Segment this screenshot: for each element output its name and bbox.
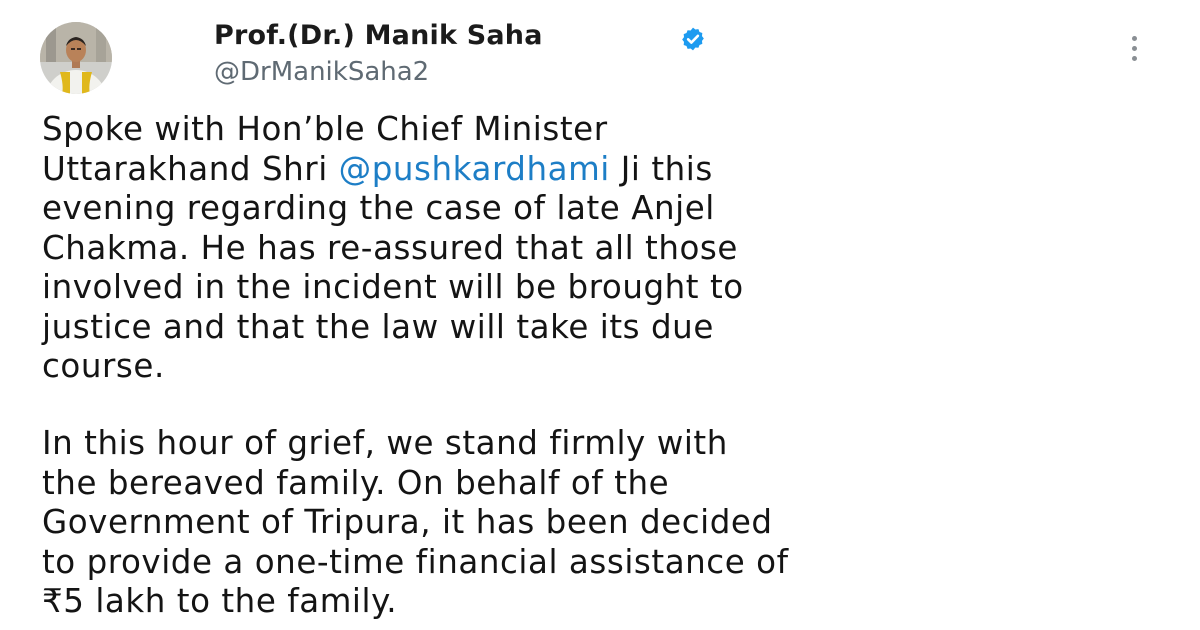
more-options-icon[interactable]	[1124, 36, 1144, 66]
tweet-text: Ji this	[609, 149, 713, 188]
tweet-line: Chakma. He has re-assured that all those	[42, 228, 738, 267]
tweet-line: course.	[42, 347, 165, 385]
tweet-text: Uttarakhand Shri	[42, 149, 339, 188]
tweet-line: the bereaved family. On behalf of the	[42, 463, 670, 502]
verified-badge-icon	[682, 27, 704, 51]
tweet-line: justice and that the law will take its d…	[42, 307, 714, 346]
author-name[interactable]: Prof.(Dr.) Manik Saha	[214, 20, 543, 51]
tweet-line: Uttarakhand Shri @pushkardhami Ji this	[42, 150, 744, 190]
tweet-line: Government of Tripura, it has been decid…	[42, 503, 773, 541]
tweet-line: ₹5 lakh to the family.	[42, 582, 398, 620]
mention-link[interactable]: @pushkardhami	[339, 150, 610, 188]
tweet-paragraph-1: Spoke with Hon’ble Chief Minister Uttara…	[42, 110, 744, 387]
tweet-line: evening regarding the case of late Anjel	[42, 189, 715, 227]
tweet-line: to provide a one-time financial assistan…	[42, 542, 789, 581]
avatar[interactable]	[40, 22, 112, 94]
tweet-line: involved in the incident will be brought…	[42, 268, 744, 306]
avatar-photo	[40, 22, 112, 94]
tweet-line: Spoke with Hon’ble Chief Minister	[42, 110, 608, 148]
tweet-card: Prof.(Dr.) Manik Saha @DrManikSaha2 Spok…	[0, 0, 1200, 630]
tweet-paragraph-2: In this hour of grief, we stand firmly w…	[42, 424, 789, 622]
tweet-line: In this hour of grief, we stand firmly w…	[42, 424, 728, 462]
author-handle[interactable]: @DrManikSaha2	[214, 57, 429, 87]
